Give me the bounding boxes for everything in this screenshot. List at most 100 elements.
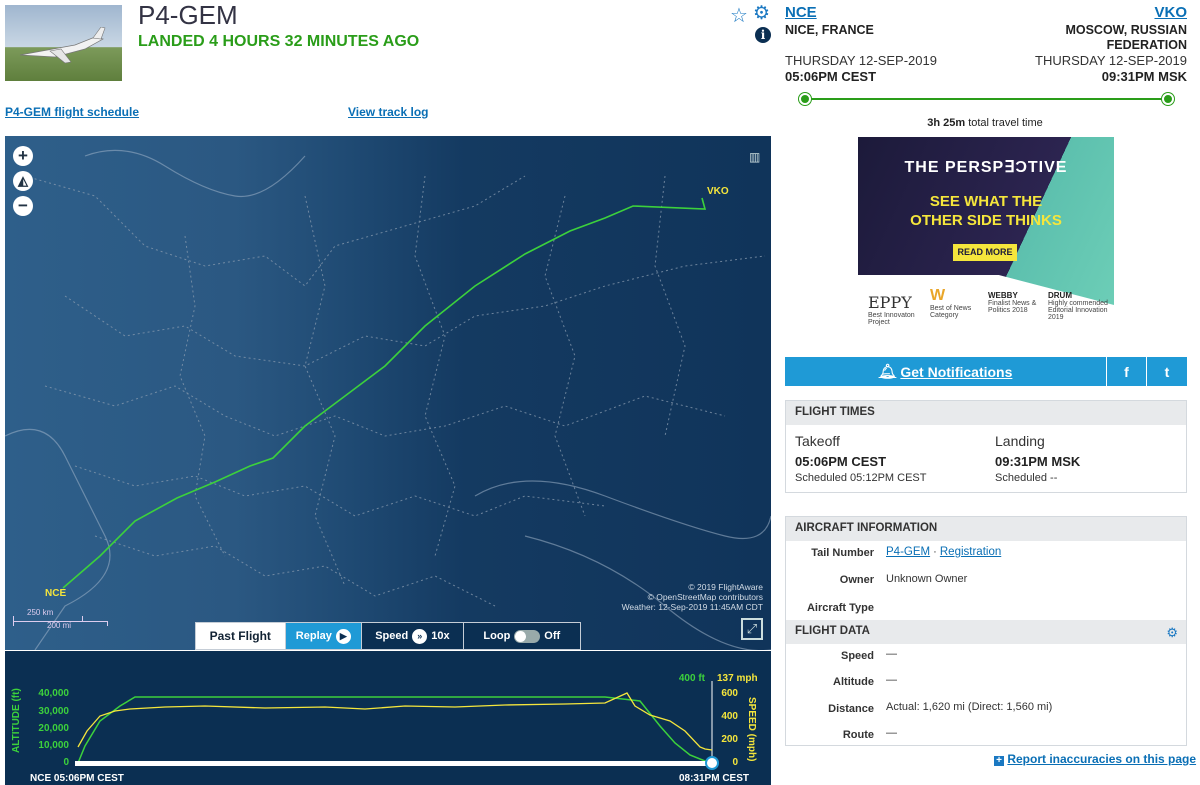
- award-webby-caption: Finalist News & Politics 2018: [988, 300, 1037, 314]
- award-w-name: W: [930, 287, 946, 304]
- landing-scheduled: Scheduled --: [995, 472, 1058, 484]
- award-webby: WEBBY Finalist News & Politics 2018: [988, 291, 1040, 314]
- award-w: W Best of News Category: [930, 287, 974, 319]
- flight-data-title: FLIGHT DATA: [795, 625, 870, 637]
- aircraft-photo[interactable]: [5, 5, 122, 81]
- compass-icon[interactable]: ◭: [13, 171, 33, 191]
- map-attribution: © 2019 FlightAware © OpenStreetMap contr…: [622, 582, 763, 612]
- attribution-osm[interactable]: © OpenStreetMap contributors: [622, 592, 763, 602]
- progress-bar: [805, 98, 1167, 100]
- alt-tick: 10,000: [38, 740, 69, 751]
- registration-link[interactable]: Registration: [940, 546, 1001, 558]
- destination-airport-marker: VKO: [707, 186, 729, 197]
- bell-icon: 🔔︎: [878, 363, 897, 379]
- ad-headline-2: OTHER SIDE THINKS: [910, 212, 1062, 229]
- twitter-icon[interactable]: t: [1147, 357, 1187, 386]
- travel-time: 3h 25m total travel time: [785, 117, 1185, 129]
- jet-icon: [19, 27, 106, 64]
- flight-status: LANDED 4 HOURS 32 MINUTES AGO: [138, 33, 420, 50]
- origin-city: NICE, FRANCE: [785, 23, 874, 37]
- aircraft-info-panel: AIRCRAFT INFORMATION Tail Number P4-GEM …: [785, 516, 1187, 746]
- award-webby-name: WEBBY: [988, 291, 1018, 300]
- speed-tick: 400: [721, 711, 738, 722]
- loop-value: Off: [544, 630, 561, 642]
- attribution-flightaware: © 2019 FlightAware: [688, 582, 763, 592]
- award-eppy-caption: Best Innovaton Project: [868, 312, 915, 326]
- speed-value: —: [886, 648, 897, 660]
- altitude-axis-label: ALTITUDE (ft): [11, 688, 22, 753]
- aircraft-info-header: AIRCRAFT INFORMATION: [786, 517, 1186, 541]
- zoom-out-button[interactable]: −: [13, 196, 33, 216]
- speed-button[interactable]: Speed» 10x: [362, 623, 464, 649]
- current-speed: 137 mph: [717, 673, 758, 684]
- destination-city-cont: FEDERATION: [1106, 38, 1187, 52]
- travel-label: total travel time: [965, 117, 1043, 129]
- replay-button[interactable]: Replay ▶: [285, 623, 363, 649]
- past-flight-button[interactable]: Past Flight: [196, 623, 286, 649]
- award-drum-name: DRUM: [1048, 291, 1072, 300]
- speed-tick: 0: [732, 757, 738, 768]
- destination-code-link[interactable]: VKO: [1154, 4, 1187, 21]
- gear-icon[interactable]: ⚙: [753, 2, 770, 25]
- advertisement[interactable]: THE PERSP∃ƆTIVE SEE WHAT THE OTHER SIDE …: [858, 137, 1114, 350]
- fast-forward-icon: »: [412, 628, 428, 644]
- speed-tick: 600: [721, 688, 738, 699]
- replay-label: Replay: [295, 630, 332, 642]
- star-icon[interactable]: ☆: [730, 3, 748, 28]
- timeline-bar[interactable]: [75, 761, 712, 766]
- fullscreen-icon[interactable]: ⤢: [741, 618, 763, 640]
- chart-end-time: 08:31PM CEST: [679, 773, 749, 784]
- landing-time: 09:31PM MSK: [995, 454, 1081, 469]
- award-drum-caption: Highly commended Editorial Innovation 20…: [1048, 300, 1108, 321]
- attribution-weather: Weather: 12-Sep-2019 11:45AM CDT: [621, 602, 763, 612]
- distance-label: Distance: [828, 703, 874, 715]
- ad-headline-1: SEE WHAT THE: [929, 193, 1043, 210]
- get-notifications-label: Get Notifications: [900, 363, 1013, 380]
- speed-value: 10x: [431, 630, 450, 642]
- facebook-icon[interactable]: f: [1107, 357, 1147, 386]
- alt-tick: 40,000: [38, 688, 69, 699]
- flight-schedule-link[interactable]: P4-GEM flight schedule: [5, 105, 139, 119]
- origin-code-link[interactable]: NCE: [785, 4, 817, 21]
- flight-times-header: FLIGHT TIMES: [786, 401, 1186, 425]
- timeline-handle[interactable]: [705, 756, 719, 770]
- award-eppy-name: EPPY: [868, 293, 912, 312]
- origin-date: THURSDAY 12-SEP-2019: [785, 53, 937, 68]
- altitude-value: —: [886, 674, 897, 686]
- report-inaccuracies[interactable]: + Report inaccuracies on this page: [994, 752, 1196, 766]
- route-label: Route: [842, 729, 874, 741]
- track-log-link[interactable]: View track log: [348, 105, 428, 119]
- origin-time: 05:06PM CEST: [785, 69, 877, 84]
- zoom-in-button[interactable]: +: [13, 146, 33, 166]
- takeoff-scheduled: Scheduled 05:12PM CEST: [795, 472, 927, 484]
- current-altitude: 400 ft: [679, 673, 706, 684]
- route-summary: NCE NICE, FRANCE THURSDAY 12-SEP-2019 05…: [785, 0, 1190, 120]
- altitude-speed-chart[interactable]: ALTITUDE (ft) SPEED (mph) 40,000 30,000 …: [5, 651, 771, 785]
- award-eppy: EPPY Best Innovaton Project: [868, 293, 920, 326]
- past-flight-label: Past Flight: [209, 629, 271, 643]
- info-icon[interactable]: i: [755, 27, 771, 43]
- alt-tick: 30,000: [38, 706, 69, 717]
- flight-map[interactable]: + ◭ − ▥ NCE VKO © 2019 FlightAware © Ope…: [5, 136, 771, 650]
- distance-value: Actual: 1,620 mi (Direct: 1,560 mi): [886, 701, 1053, 713]
- travel-duration: 3h 25m: [927, 117, 966, 129]
- origin-airport-marker: NCE: [45, 588, 67, 599]
- takeoff-label: Takeoff: [795, 433, 840, 449]
- chart-start-time: NCE 05:06PM CEST: [30, 773, 124, 784]
- destination-time: 09:31PM MSK: [1101, 69, 1187, 84]
- layers-icon[interactable]: ▥: [749, 150, 765, 166]
- gear-icon[interactable]: ⚙: [1166, 625, 1178, 641]
- alt-tick: 0: [63, 757, 69, 768]
- map-borders: [5, 149, 771, 650]
- ad-read-more-button[interactable]: READ MORE: [953, 244, 1017, 261]
- flight-data-header: FLIGHT DATA: [786, 620, 1186, 644]
- report-inaccuracies-link[interactable]: Report inaccuracies on this page: [1007, 752, 1196, 766]
- landing-label: Landing: [995, 433, 1045, 449]
- loop-toggle[interactable]: Loop Off: [463, 623, 580, 649]
- tail-number-link[interactable]: P4-GEM: [886, 546, 930, 558]
- speed-label: Speed: [840, 650, 874, 662]
- speed-axis-label: SPEED (mph): [746, 697, 757, 761]
- plus-icon: +: [994, 756, 1004, 766]
- takeoff-time: 05:06PM CEST: [795, 454, 887, 469]
- get-notifications-button[interactable]: 🔔︎ Get Notifications: [785, 357, 1107, 386]
